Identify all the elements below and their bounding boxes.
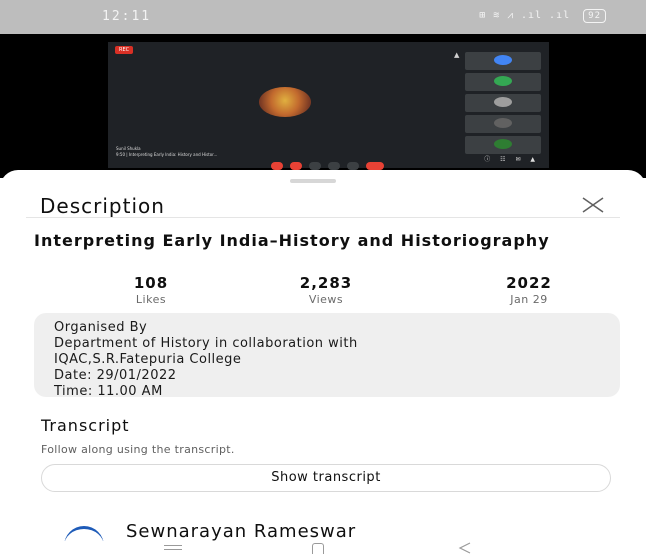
drag-handle[interactable] (290, 179, 336, 183)
description-sheet: Description Interpreting Early India–His… (0, 170, 646, 554)
avatar (494, 139, 512, 149)
camera-icon (290, 161, 303, 170)
recording-badge: REC (115, 46, 134, 54)
close-icon (582, 197, 604, 213)
avatar (494, 55, 512, 65)
meeting-info: Sunil Shukla 9:50 | Interpreting Early I… (116, 146, 217, 158)
end-call-icon (366, 161, 385, 170)
description-line: Department of History in collaboration w… (54, 336, 358, 351)
description-line: Organised By (54, 320, 148, 335)
navigation-bar (0, 541, 646, 554)
more-icon (347, 161, 360, 170)
battery-icon: 92 (583, 9, 606, 23)
pin-icon: ▲ (454, 51, 460, 59)
participant-tile (465, 73, 541, 91)
meeting-side-controls: ⓘ ☷ ✉ ▲ (484, 156, 539, 163)
meeting-title: 9:50 | Interpreting Early India: History… (116, 152, 218, 157)
description-box[interactable]: Organised By Department of History in co… (34, 313, 620, 399)
signal-icon: ⊞ ≋ ⩘ .ıl .ıl (479, 10, 571, 21)
participant-tiles (465, 52, 541, 157)
avatar (494, 76, 512, 86)
stat-likes: 108 Likes (101, 274, 201, 306)
nav-menu-icon[interactable] (164, 545, 182, 550)
mic-icon (271, 161, 283, 170)
present-icon (328, 161, 341, 170)
show-transcript-button[interactable]: Show transcript (41, 464, 611, 492)
views-count: 2,283 (299, 274, 353, 292)
close-button[interactable] (580, 192, 606, 218)
status-icons: ⊞ ≋ ⩘ .ıl .ıl 92 (479, 9, 606, 23)
meeting-controls (271, 155, 386, 170)
status-time: 12:11 (102, 9, 152, 24)
sheet-title: Description (40, 194, 165, 218)
video-title: Interpreting Early India–History and His… (34, 231, 550, 250)
participant-tile (465, 52, 541, 70)
transcript-heading: Transcript (41, 416, 130, 435)
views-label: Views (308, 293, 344, 306)
likes-label: Likes (135, 293, 167, 306)
avatar (494, 97, 512, 107)
stat-date: 2022 Jan 29 (474, 274, 584, 306)
video-player[interactable]: REC ▲ Sunil Shukla 9:50 | Interpreting E… (0, 34, 646, 178)
description-line: Time: 11.00 AM (54, 384, 163, 399)
transcript-subtitle: Follow along using the transcript. (41, 443, 235, 456)
publish-date: Jan 29 (510, 293, 548, 306)
meeting-screen: REC ▲ Sunil Shukla 9:50 | Interpreting E… (108, 42, 549, 170)
description-line: IQAC,S.R.Fatepuria College (54, 352, 242, 367)
nav-back-icon[interactable] (458, 542, 472, 554)
likes-count: 108 (133, 274, 169, 292)
nav-home-icon[interactable] (312, 543, 324, 554)
publish-year: 2022 (506, 274, 552, 292)
divider (26, 217, 620, 218)
description-line: Date: 29/01/2022 (54, 368, 177, 383)
speaker-avatar (259, 87, 311, 117)
avatar (494, 118, 512, 128)
channel-name[interactable]: Sewnarayan Rameswar (126, 521, 356, 542)
status-bar: 12:11 ⊞ ≋ ⩘ .ıl .ıl 92 (0, 0, 646, 34)
captions-icon (309, 161, 322, 170)
participant-tile (465, 115, 541, 133)
stat-views: 2,283 Views (266, 274, 386, 306)
participant-tile (465, 94, 541, 112)
participant-tile (465, 136, 541, 154)
